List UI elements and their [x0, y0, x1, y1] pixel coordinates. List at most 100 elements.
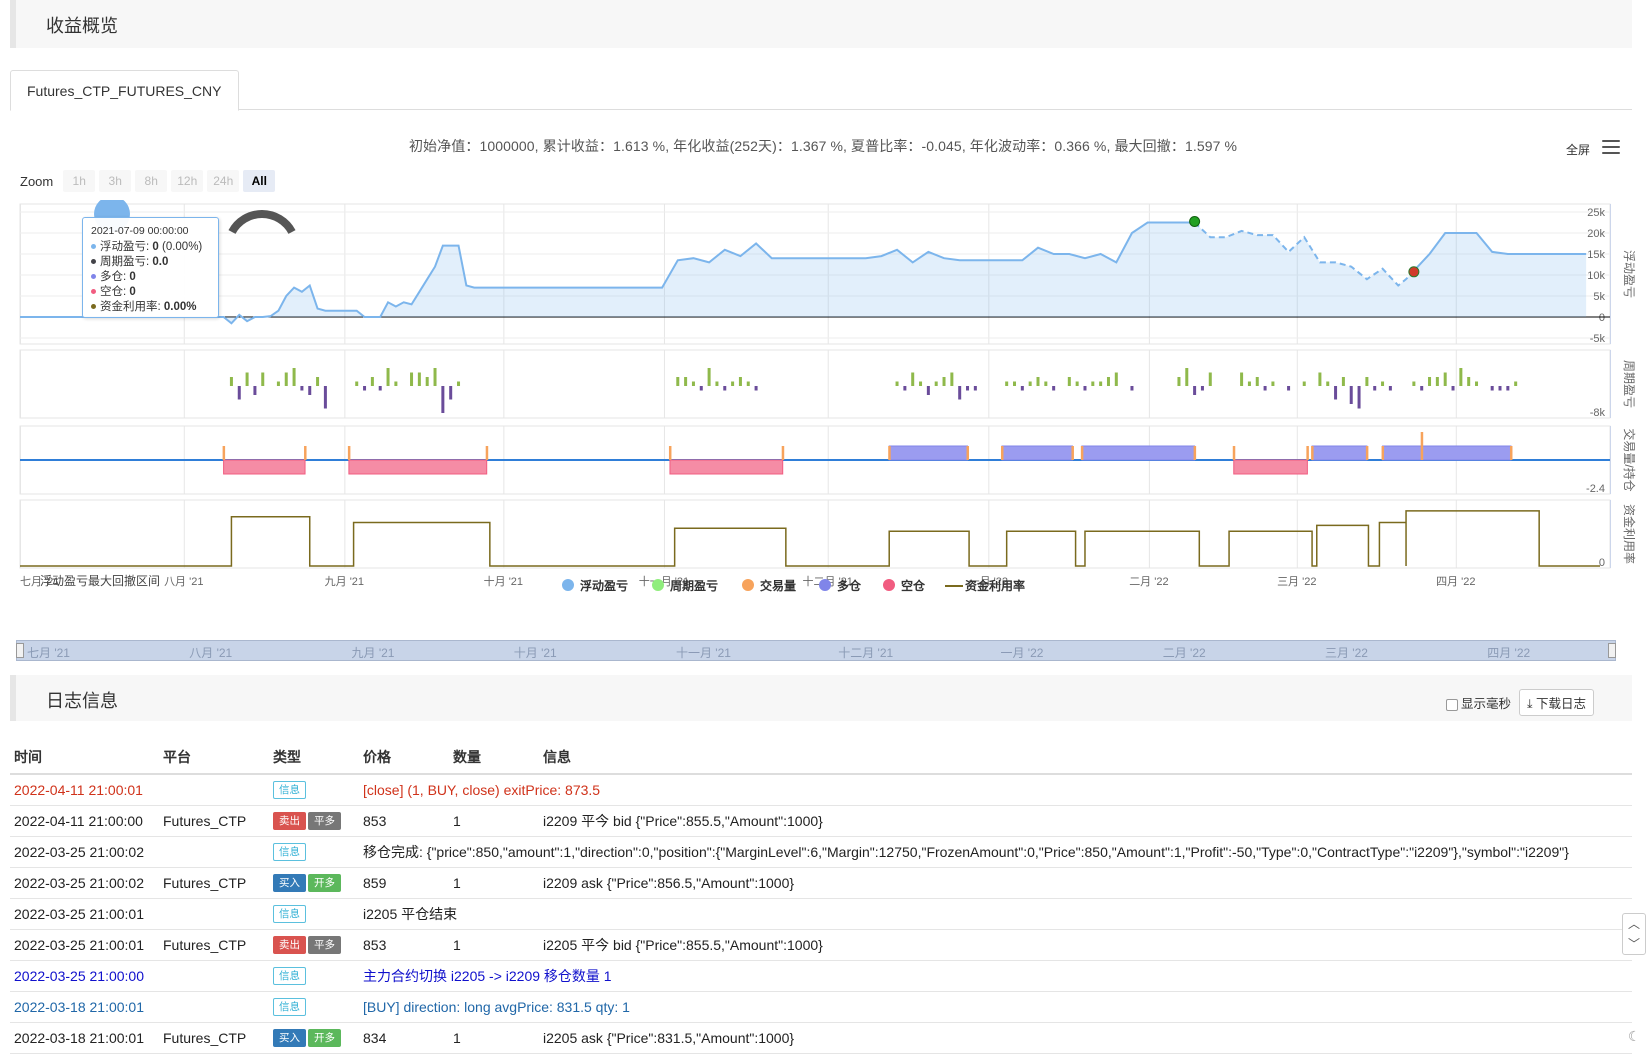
range-navigator[interactable]: 七月 '21 八月 '21 九月 '21 十月 '21 十一月 '21 十二月 '21 一月… — [16, 640, 1616, 661]
period-pnl-bar — [1005, 381, 1009, 386]
capital-utilization-line — [20, 510, 1600, 567]
log-type-badge: 卖出 — [273, 811, 306, 830]
zoom-all-button[interactable]: All — [243, 170, 276, 192]
period-pnl-bar — [973, 386, 977, 391]
hamburger-menu-icon[interactable] — [1602, 140, 1620, 154]
chart-tooltip: 2021-07-09 00:00:00 浮动盈亏: 0 (0.00%) 周期盈亏… — [82, 217, 219, 318]
short-position-block — [669, 459, 784, 475]
navigator-label: 七月 '21 — [27, 646, 70, 660]
log-row: 2022-03-25 21:00:02 信息 移仓完成: {"price":850,… — [10, 836, 1632, 868]
period-pnl-bar — [355, 381, 359, 386]
log-type: 信息 — [269, 836, 359, 868]
trade-volume-bar — [1071, 446, 1074, 460]
log-type: 卖出 平多 — [269, 929, 359, 961]
y-tick-label: 25k — [1587, 207, 1605, 219]
col-info: 信息 — [539, 740, 1632, 775]
period-pnl-bar — [676, 377, 680, 386]
legend-item[interactable]: 空仓 — [901, 578, 926, 593]
overview-section-header: 收益概览 — [10, 0, 1632, 48]
download-log-button[interactable]: ⤓ 下载日志 — [1519, 689, 1595, 716]
period-pnl-bar — [370, 377, 374, 386]
log-message: 主力合约切换 i2205 -> i2209 移仓数量 1 — [359, 960, 1632, 992]
long-position-block — [1081, 445, 1196, 461]
log-row: 2022-03-18 21:00:01 信息 [BUY] direction: lo… — [10, 991, 1632, 1023]
period-pnl-bar — [1365, 377, 1369, 386]
x-axis-label: 四月 '22 — [1436, 576, 1475, 588]
log-platform: Futures_CTP — [159, 929, 269, 961]
legend-symbol — [883, 579, 895, 591]
performance-summary: 初始净值：1000000, 累计收益：1.613 %, 年化收益(252天)：1… — [408, 138, 1238, 154]
log-platform — [159, 774, 269, 806]
log-row: 2022-03-25 21:00:00 信息 主力合约切换 i2205 -> i22… — [10, 960, 1632, 992]
navigator-right-handle[interactable] — [1608, 643, 1616, 658]
navigator-label: 十二月 '21 — [838, 646, 894, 660]
zoom-8h-button[interactable]: 8h — [135, 170, 168, 192]
period-pnl-bar — [261, 372, 265, 386]
y-tick-label: -2.4 — [1586, 483, 1605, 495]
trade-volume-bar — [1509, 446, 1513, 460]
log-type-badge: 开多 — [308, 1028, 341, 1047]
fullscreen-button[interactable]: 全屏 — [1566, 141, 1590, 158]
log-type-badge: 买入 — [273, 1028, 306, 1047]
log-price: 853 — [359, 929, 449, 961]
period-pnl-bar — [1349, 386, 1353, 404]
period-pnl-bar — [457, 381, 461, 386]
log-header-row: 时间 平台 类型 价格 数量 信息 — [10, 740, 1632, 775]
zoom-3h-button[interactable]: 3h — [99, 170, 132, 192]
long-position-block — [1001, 445, 1073, 461]
zoom-12h-button[interactable]: 12h — [171, 170, 204, 192]
legend-item[interactable]: 周期盈亏 — [670, 578, 718, 593]
period-pnl-bar — [1177, 377, 1181, 386]
period-pnl-bar — [1318, 372, 1322, 386]
log-price: 859 — [359, 867, 449, 899]
scroll-up-icon[interactable]: ︿ — [1623, 914, 1645, 934]
period-pnl-bar — [1067, 377, 1071, 386]
log-type-badge: 买入 — [273, 873, 306, 892]
legend-item[interactable]: 资金利用率 — [965, 578, 1025, 593]
log-platform — [159, 960, 269, 992]
overview-title: 收益概览 — [46, 16, 118, 36]
checkbox-icon[interactable] — [1446, 698, 1458, 711]
navigator-left-handle[interactable] — [16, 643, 24, 658]
short-position-block — [1233, 459, 1308, 475]
period-pnl-bar — [731, 381, 735, 386]
col-price: 价格 — [359, 740, 449, 775]
dark-mode-moon-icon[interactable]: ☾ — [1628, 1028, 1641, 1045]
period-pnl-bar — [1114, 372, 1118, 386]
show-ms-toggle[interactable]: 显示毫秒 — [1446, 693, 1511, 712]
period-pnl-bar — [425, 377, 429, 386]
long-position-block — [888, 445, 969, 461]
period-pnl-bar — [1099, 381, 1103, 386]
backtest-chart[interactable]: 浮动盈亏周期盈亏交易量/持仓资金利用率25k20k15k10k5k0-5k-8k… — [0, 200, 1646, 620]
legend-item[interactable]: 交易量 — [760, 578, 796, 593]
log-message: [BUY] direction: long avgPrice: 831.5 qt… — [359, 991, 1632, 1023]
legend-item[interactable]: 多仓 — [837, 578, 862, 593]
tooltip-row-period: 周期盈亏: 0.0 — [91, 255, 210, 270]
period-pnl-bar — [1326, 381, 1330, 386]
period-pnl-bar — [1381, 381, 1385, 386]
period-pnl-bar — [1271, 381, 1275, 386]
log-platform: Futures_CTP — [159, 1022, 269, 1054]
zoom-1h-button[interactable]: 1h — [63, 170, 96, 192]
legend-item[interactable]: 浮动盈亏 — [580, 578, 628, 593]
log-type: 信息 — [269, 898, 359, 930]
legend-symbol — [742, 579, 754, 591]
scroll-down-icon[interactable]: ﹀ — [1623, 934, 1645, 954]
period-pnl-bar — [386, 368, 390, 386]
tab-futures-ctp[interactable]: Futures_CTP_FUTURES_CNY — [10, 70, 239, 111]
trade-volume-bar — [347, 446, 351, 460]
period-pnl-bar — [754, 386, 758, 391]
log-platform — [159, 898, 269, 930]
y-tick-label: -5k — [1590, 333, 1606, 345]
zoom-24h-button[interactable]: 24h — [207, 170, 240, 192]
panel-title: 周期盈亏 — [1622, 360, 1636, 408]
period-pnl-bar — [1302, 381, 1306, 386]
navigator-label: 二月 '22 — [1162, 646, 1206, 660]
y-tick-label: 15k — [1587, 249, 1605, 261]
navigator-label: 十月 '21 — [513, 646, 557, 660]
period-pnl-bar — [1420, 386, 1424, 391]
y-tick-label: 0 — [1599, 557, 1605, 569]
period-pnl-bar — [1263, 386, 1267, 391]
log-qty: 1 — [449, 867, 539, 899]
period-pnl-bar — [1459, 368, 1463, 386]
